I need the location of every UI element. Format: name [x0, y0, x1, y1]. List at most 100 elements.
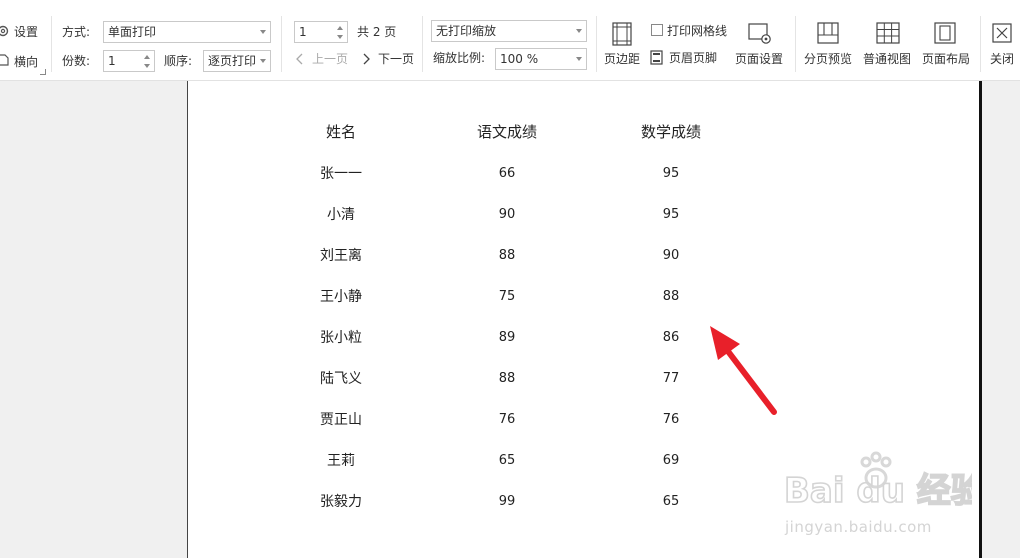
settings-button[interactable]: 设置	[0, 23, 44, 41]
zoom-select[interactable]: 100 %	[495, 48, 587, 70]
close-button[interactable]: 关闭	[988, 20, 1020, 70]
print-mode-select[interactable]: 单面打印	[103, 21, 271, 43]
print-mode-value: 单面打印	[108, 25, 157, 39]
page-number-stepper[interactable]: 1	[294, 21, 348, 43]
watermark-url: jingyan.baidu.com	[785, 518, 932, 536]
score-cell: 95	[662, 166, 680, 181]
chevron-down-icon	[576, 57, 582, 61]
close-label: 关闭	[990, 52, 1015, 66]
margins-label: 页边距	[604, 52, 641, 66]
chevron-down-icon	[260, 59, 266, 63]
name-cell: 张毅力	[320, 494, 362, 510]
scaling-value: 无打印缩放	[436, 24, 497, 38]
page-right-edge	[979, 81, 982, 558]
column-header: 语文成绩	[476, 123, 537, 141]
name-cell: 贾正山	[320, 412, 362, 428]
spin-down-icon[interactable]	[144, 64, 150, 68]
print-gridlines-label: 打印网格线	[667, 24, 728, 38]
score-cell: 90	[662, 248, 680, 263]
score-cell: 88	[498, 371, 516, 386]
divider	[281, 16, 282, 72]
score-cell: 65	[498, 453, 516, 468]
score-cell: 69	[662, 453, 680, 468]
margins-icon	[612, 22, 632, 46]
column-header: 数学成绩	[640, 123, 701, 141]
header-footer-button[interactable]: 页眉页脚	[650, 49, 722, 67]
copies-stepper[interactable]: 1	[103, 50, 155, 72]
copies-value: 1	[108, 54, 116, 68]
divider	[596, 16, 597, 72]
score-cell: 89	[498, 330, 516, 345]
score-cell: 95	[662, 207, 680, 222]
page-setup-button[interactable]: 页面设置	[733, 20, 787, 70]
red-arrow-annotation	[710, 326, 777, 415]
page-layout-label: 页面布局	[922, 52, 971, 66]
score-cell: 88	[498, 248, 516, 263]
copies-label: 份数:	[62, 54, 91, 68]
print-preview-ribbon: 设置 横向 方式: 单面打印 份数: 1 顺序: 逐页打印 1 共 2 页 上一…	[0, 0, 1020, 81]
header-footer-label: 页眉页脚	[669, 51, 718, 65]
name-cell: 小清	[327, 207, 355, 223]
name-cell: 王小静	[320, 289, 362, 305]
total-pages: 共 2 页	[357, 25, 397, 39]
page-break-preview-icon	[817, 22, 839, 44]
score-cell: 99	[498, 494, 516, 509]
gear-icon	[0, 25, 9, 37]
page-break-preview-button[interactable]: 分页预览	[802, 20, 856, 70]
chevron-down-icon	[260, 30, 266, 34]
spin-down-icon[interactable]	[337, 35, 343, 39]
order-label: 顺序:	[164, 54, 193, 68]
page-number-value: 1	[299, 25, 307, 39]
score-cell: 90	[498, 207, 516, 222]
zoom-label: 缩放比例:	[433, 51, 486, 65]
score-cell: 88	[662, 289, 680, 304]
orientation-label: 横向	[14, 55, 39, 69]
print-order-select[interactable]: 逐页打印	[203, 50, 271, 72]
settings-label: 设置	[14, 25, 39, 39]
divider	[51, 16, 52, 72]
prev-page-label: 上一页	[312, 52, 349, 66]
zoom-value: 100 %	[500, 52, 539, 66]
page-setup-label: 页面设置	[735, 52, 784, 66]
prev-page-button[interactable]: 上一页	[296, 51, 354, 67]
name-cell: 王莉	[327, 453, 355, 469]
chevron-down-icon	[576, 29, 582, 33]
next-page-label: 下一页	[378, 52, 415, 66]
column-header: 姓名	[325, 123, 356, 141]
spin-up-icon[interactable]	[144, 55, 150, 59]
next-page-button[interactable]: 下一页	[362, 51, 418, 67]
name-cell: 张小粒	[320, 330, 362, 346]
print-order-value: 逐页打印	[208, 54, 257, 68]
dialog-launcher-icon[interactable]	[40, 69, 46, 75]
normal-view-label: 普通视图	[863, 52, 912, 66]
score-cell: 75	[498, 289, 516, 304]
print-gridlines-checkbox[interactable]: 打印网格线	[651, 23, 733, 39]
page-landscape-icon	[0, 54, 9, 66]
grid-view-icon	[876, 22, 900, 44]
divider	[422, 16, 423, 72]
checkbox-box[interactable]	[651, 24, 663, 36]
close-icon	[992, 23, 1012, 43]
normal-view-button[interactable]: 普通视图	[861, 20, 915, 70]
margins-button[interactable]: 页边距	[601, 20, 643, 70]
divider	[795, 16, 796, 72]
baidu-jingyan-logo: Bai du 经验	[783, 451, 972, 512]
page-setup-icon	[748, 23, 771, 44]
spin-up-icon[interactable]	[337, 26, 343, 30]
page-layout-icon	[934, 22, 956, 44]
name-cell: 陆飞义	[320, 371, 362, 387]
score-cell: 65	[662, 494, 680, 509]
orientation-button[interactable]: 横向	[0, 52, 44, 70]
mode-label: 方式:	[62, 25, 91, 39]
chevron-left-icon	[296, 53, 303, 65]
divider	[980, 16, 981, 72]
name-cell: 张一一	[320, 166, 362, 182]
score-cell: 66	[498, 166, 516, 181]
scaling-select[interactable]: 无打印缩放	[431, 20, 587, 42]
score-cell: 76	[498, 412, 516, 427]
watermark-text: Bai du 经验	[784, 471, 972, 511]
page-break-preview-label: 分页预览	[804, 52, 853, 66]
name-cell: 刘王离	[320, 248, 362, 264]
chevron-right-icon	[363, 53, 370, 65]
page-layout-button[interactable]: 页面布局	[920, 20, 974, 70]
